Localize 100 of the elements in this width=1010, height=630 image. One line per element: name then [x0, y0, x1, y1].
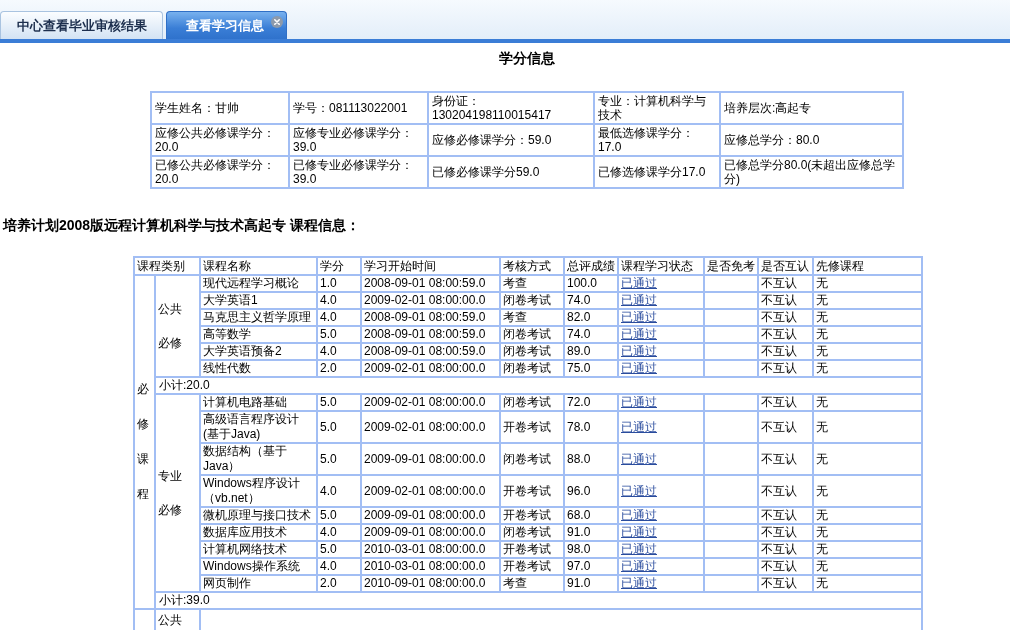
- table-cell: 72.0: [564, 394, 618, 411]
- table-cell: 无: [813, 443, 922, 475]
- table-cell: 2008-09-01 08:00:59.0: [361, 309, 500, 326]
- table-cell: 计算机电路基础: [200, 394, 317, 411]
- table-cell: 2008-09-01 08:00:59.0: [361, 275, 500, 292]
- tab[interactable]: 中心查看毕业审核结果: [0, 11, 163, 39]
- table-cell: 线性代数: [200, 360, 317, 377]
- table-cell: 高等数学: [200, 326, 317, 343]
- table-cell: 开卷考试: [500, 558, 564, 575]
- table-cell: 无: [813, 309, 922, 326]
- tab[interactable]: 查看学习信息: [166, 11, 287, 39]
- table-cell: 不互认: [758, 275, 813, 292]
- table-cell: 91.0: [564, 575, 618, 592]
- subtotal-cell: 小计:20.0: [155, 377, 922, 394]
- column-header: 考核方式: [500, 257, 564, 275]
- column-header: 是否免考: [704, 257, 758, 275]
- table-cell: 微机原理与接口技术: [200, 507, 317, 524]
- table-cell: 96.0: [564, 475, 618, 507]
- table-cell: 2009-09-01 08:00:00.0: [361, 443, 500, 475]
- info-cell: 学生姓名：甘帅: [151, 92, 289, 124]
- table-cell: 2.0: [317, 575, 361, 592]
- table-cell: 不互认: [758, 443, 813, 475]
- table-cell: 考查: [500, 575, 564, 592]
- info-cell: 应修总学分：80.0: [720, 124, 903, 156]
- table-cell: 开卷考试: [500, 411, 564, 443]
- column-header: 学习开始时间: [361, 257, 500, 275]
- table-cell: 4.0: [317, 524, 361, 541]
- table-cell: 无: [813, 507, 922, 524]
- table-cell: 2010-09-01 08:00:00.0: [361, 575, 500, 592]
- table-cell: 开卷考试: [500, 541, 564, 558]
- table-cell: 2009-02-01 08:00:00.0: [361, 292, 500, 309]
- table-cell: 不互认: [758, 507, 813, 524]
- column-header: 课程学习状态: [618, 257, 704, 275]
- column-header: 课程名称: [200, 257, 317, 275]
- table-cell: 大学英语1: [200, 292, 317, 309]
- table-cell: 2008-09-01 08:00:59.0: [361, 343, 500, 360]
- table-cell: 网页制作: [200, 575, 317, 592]
- table-cell: 无: [813, 292, 922, 309]
- table-cell: 4.0: [317, 343, 361, 360]
- info-cell: 应修必修课学分：59.0: [428, 124, 594, 156]
- table-cell: 考查: [500, 275, 564, 292]
- table-cell: 98.0: [564, 541, 618, 558]
- table-cell: 100.0: [564, 275, 618, 292]
- section-heading: 培养计划2008版远程计算机科学与技术高起专 课程信息：: [3, 218, 361, 232]
- info-cell: 培养层次:高起专: [720, 92, 903, 124]
- page-title: 学分信息: [499, 49, 555, 65]
- table-cell: 闭卷考试: [500, 292, 564, 309]
- table-cell: 74.0: [564, 326, 618, 343]
- table-cell: 闭卷考试: [500, 343, 564, 360]
- close-icon[interactable]: [271, 16, 283, 28]
- table-cell: 5.0: [317, 326, 361, 343]
- table-cell: 无: [813, 558, 922, 575]
- table-cell: 4.0: [317, 309, 361, 326]
- table-cell: 88.0: [564, 443, 618, 475]
- table-cell: Windows程序设计（vb.net）: [200, 475, 317, 507]
- table-cell: 89.0: [564, 343, 618, 360]
- group-label: 公共 必修: [158, 301, 182, 351]
- table-cell: 2009-02-01 08:00:00.0: [361, 394, 500, 411]
- table-cell: 不互认: [758, 575, 813, 592]
- table-cell: 2010-03-01 08:00:00.0: [361, 558, 500, 575]
- table-cell: 2009-02-01 08:00:00.0: [361, 360, 500, 377]
- info-cell: 已修总学分80.0(未超出应修总学分): [720, 156, 903, 188]
- table-cell: 不互认: [758, 309, 813, 326]
- column-header: 是否互认: [758, 257, 813, 275]
- table-cell: 5.0: [317, 507, 361, 524]
- table-cell: 闭卷考试: [500, 326, 564, 343]
- table-cell: 2009-09-01 08:00:00.0: [361, 507, 500, 524]
- table-cell: 不互认: [758, 292, 813, 309]
- table-cell: 2009-09-01 08:00:00.0: [361, 524, 500, 541]
- table-cell: 计算机网络技术: [200, 541, 317, 558]
- info-cell: 已修公共必修课学分：20.0: [151, 156, 289, 188]
- table-cell: 大学英语预备2: [200, 343, 317, 360]
- table-cell: 无: [813, 575, 922, 592]
- table-cell: 无: [813, 541, 922, 558]
- table-cell: 闭卷考试: [500, 443, 564, 475]
- table-cell: 无: [813, 475, 922, 507]
- info-cell: 已修必修课学分59.0: [428, 156, 594, 188]
- info-cell: 身份证：130204198110015417: [428, 92, 594, 124]
- category-label: 必修课程: [137, 381, 149, 503]
- status-link[interactable]: 已通过: [621, 451, 657, 466]
- table-cell: 2009-02-01 08:00:00.0: [361, 475, 500, 507]
- table-cell: 无: [813, 394, 922, 411]
- info-cell: 学号：081113022001: [289, 92, 428, 124]
- table-cell: 无: [813, 524, 922, 541]
- table-cell: 1.0: [317, 275, 361, 292]
- info-cell: 已修专业必修课学分：39.0: [289, 156, 428, 188]
- table-cell: 74.0: [564, 292, 618, 309]
- table-cell: 4.0: [317, 558, 361, 575]
- status-link[interactable]: 已通过: [621, 419, 657, 434]
- group-label: 专业 必修: [158, 468, 182, 518]
- table-cell: 考查: [500, 309, 564, 326]
- table-cell: 4.0: [317, 292, 361, 309]
- status-link[interactable]: 已通过: [621, 483, 657, 498]
- table-cell: 无: [813, 275, 922, 292]
- table-cell: 不互认: [758, 524, 813, 541]
- info-cell: 专业：计算机科学与技术: [594, 92, 720, 124]
- table-cell: 开卷考试: [500, 475, 564, 507]
- table-cell: 82.0: [564, 309, 618, 326]
- table-cell: 闭卷考试: [500, 360, 564, 377]
- table-cell: 5.0: [317, 541, 361, 558]
